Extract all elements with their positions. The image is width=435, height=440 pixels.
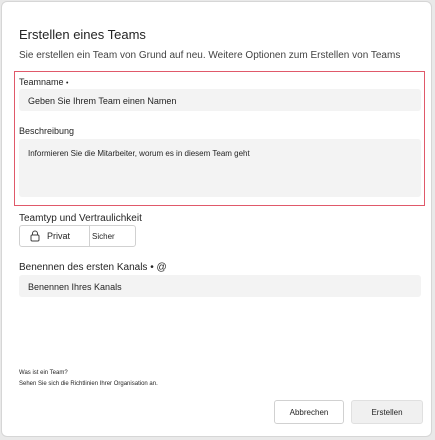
first-channel-placeholder: Benennen Ihres Kanals — [28, 282, 122, 292]
team-name-label-text: Teamname — [19, 77, 64, 87]
team-name-input[interactable]: Geben Sie Ihrem Team einen Namen — [19, 89, 421, 111]
team-name-label: Teamname • — [19, 77, 69, 87]
privacy-label: Teamtyp und Vertraulichkeit — [19, 213, 142, 224]
policy-text: Sehen Sie sich die Richtlinien Ihrer Org… — [19, 381, 158, 387]
dialog-title: Erstellen eines Teams — [19, 27, 146, 42]
description-placeholder: Informieren Sie die Mitarbeiter, worum e… — [28, 149, 250, 158]
required-marker: • — [66, 80, 69, 87]
description-label: Beschreibung — [19, 126, 75, 136]
cancel-button[interactable]: Abbrechen — [274, 400, 344, 424]
privacy-option-private-label: Privat — [47, 231, 71, 241]
create-button[interactable]: Erstellen — [351, 400, 423, 424]
privacy-option-secure-label: Sicher — [92, 231, 115, 241]
dialog-subtitle: Sie erstellen ein Team von Grund auf neu… — [19, 50, 401, 61]
first-channel-input[interactable]: Benennen Ihres Kanals — [19, 275, 421, 297]
description-input[interactable]: Informieren Sie die Mitarbeiter, worum e… — [19, 139, 421, 197]
privacy-selector: Privat Sicher — [19, 225, 136, 247]
privacy-option-secure[interactable]: Sicher — [90, 226, 115, 246]
what-is-team-link[interactable]: Was ist ein Team? — [19, 370, 68, 376]
create-team-dialog: Erstellen eines Teams Sie erstellen ein … — [1, 1, 432, 437]
privacy-option-private[interactable]: Privat — [20, 226, 90, 246]
team-name-placeholder: Geben Sie Ihrem Team einen Namen — [28, 96, 177, 106]
first-channel-label: Benennen des ersten Kanals • @ — [19, 262, 167, 273]
lock-icon — [30, 230, 40, 242]
